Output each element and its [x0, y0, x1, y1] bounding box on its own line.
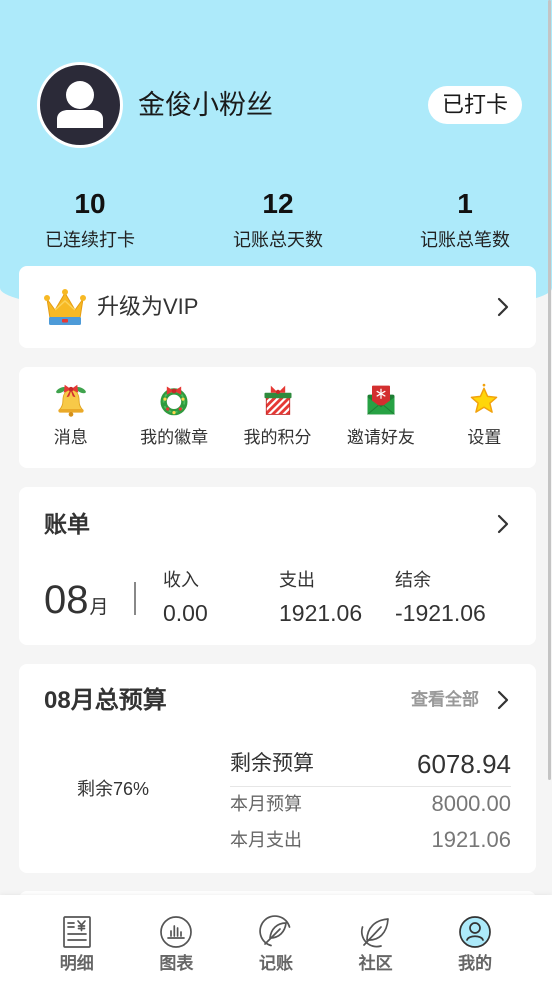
crown-icon — [43, 287, 87, 327]
bill-expense: 支出 1921.06 — [279, 569, 399, 627]
stat-label: 已连续打卡 — [45, 230, 135, 250]
gift-icon — [260, 382, 296, 418]
budget-spend-row: 本月支出 1921.06 — [230, 826, 511, 854]
shortcut-label: 设置 — [467, 428, 502, 447]
stat-total-days[interactable]: 12 记账总天数 — [188, 186, 368, 252]
tab-label: 图表 — [159, 954, 194, 973]
bill-card[interactable]: 账单 08月 收入 0.00 支出 1921.06 结余 -1921.06 — [19, 487, 536, 645]
bill-expense-value: 1921.06 — [279, 600, 363, 626]
stat-value: 10 — [74, 188, 106, 219]
tab-record[interactable]: 记账 — [226, 895, 326, 991]
receipt-icon — [60, 915, 94, 949]
shortcut-grid: 消息 我的徽章 我的积分 邀请好友 设置 — [19, 367, 536, 468]
bill-divider — [134, 582, 136, 615]
leaf-circle-icon — [259, 915, 293, 949]
chevron-right-icon — [497, 297, 509, 317]
budget-monthly-row: 本月预算 8000.00 — [230, 790, 511, 818]
username: 金俊小粉丝 — [138, 90, 273, 120]
budget-divider — [230, 786, 511, 787]
tab-charts[interactable]: 图表 — [127, 895, 227, 991]
star-icon — [466, 382, 502, 418]
bill-income: 收入 0.00 — [163, 569, 283, 627]
profile-page: 金俊小粉丝 已打卡 10 已连续打卡 12 记账总天数 1 记账总笔数 升级为V… — [0, 0, 552, 991]
budget-spend-label: 本月支出 — [230, 830, 302, 850]
envelope-icon — [363, 382, 399, 418]
shortcut-label: 消息 — [53, 428, 88, 447]
budget-monthly-value: 8000.00 — [431, 791, 511, 816]
tab-community[interactable]: 社区 — [326, 895, 426, 991]
shortcut-label: 我的积分 — [243, 428, 312, 447]
shortcut-points[interactable]: 我的积分 — [226, 367, 329, 468]
view-all-link[interactable]: 查看全部 — [371, 687, 511, 713]
view-all-label: 查看全部 — [411, 690, 479, 709]
vip-upgrade-row[interactable]: 升级为VIP — [19, 266, 536, 348]
user-circle-icon — [458, 915, 492, 949]
checkin-button[interactable]: 已打卡 — [428, 86, 522, 124]
stat-label: 记账总天数 — [233, 230, 323, 250]
bill-month-number: 08 — [44, 578, 89, 622]
budget-card: 08月总预算 查看全部 剩余76% 剩余预算 6078.94 本月预算 8000… — [19, 664, 536, 873]
shortcut-invite[interactable]: 邀请好友 — [329, 367, 432, 468]
chevron-right-icon[interactable] — [497, 514, 509, 534]
tab-label: 我的 — [458, 954, 493, 973]
shortcut-badges[interactable]: 我的徽章 — [122, 367, 225, 468]
shortcut-label: 我的徽章 — [140, 428, 209, 447]
tab-profile[interactable]: 我的 — [425, 895, 525, 991]
tab-label: 社区 — [358, 954, 393, 973]
stat-value: 12 — [262, 188, 294, 219]
budget-remaining-value: 6078.94 — [417, 749, 511, 779]
tab-label: 记账 — [258, 954, 293, 973]
leaf-icon — [359, 915, 393, 949]
budget-remaining-summary: 剩余76% — [76, 779, 150, 799]
bill-balance-label: 结余 — [395, 570, 431, 590]
person-icon — [40, 65, 120, 145]
shortcut-label: 邀请好友 — [346, 428, 415, 447]
bell-icon — [53, 382, 89, 418]
budget-remaining-label: 剩余预算 — [230, 752, 314, 775]
bill-month-unit: 月 — [89, 597, 109, 618]
bill-month: 08月 — [44, 575, 109, 625]
bottom-tabbar: 明细 图表 记账 社区 我的 — [0, 895, 552, 991]
budget-spend-value: 1921.06 — [431, 827, 511, 852]
bill-income-value: 0.00 — [163, 600, 208, 626]
stat-label: 记账总笔数 — [420, 230, 510, 250]
bill-income-label: 收入 — [163, 570, 199, 590]
shortcut-messages[interactable]: 消息 — [19, 367, 122, 468]
avatar[interactable] — [37, 62, 123, 148]
stat-total-records[interactable]: 1 记账总笔数 — [375, 186, 552, 252]
budget-remaining-row: 剩余预算 6078.94 — [230, 748, 511, 780]
tab-label: 明细 — [59, 954, 94, 973]
budget-monthly-label: 本月预算 — [230, 794, 302, 814]
stat-value: 1 — [457, 188, 473, 219]
vip-label: 升级为VIP — [97, 294, 199, 319]
budget-title: 08月总预算 — [44, 687, 167, 714]
scrollbar-thumb[interactable] — [548, 0, 551, 780]
bar-chart-icon — [159, 915, 193, 949]
wreath-icon — [156, 382, 192, 418]
bill-title: 账单 — [44, 511, 90, 537]
chevron-right-icon — [497, 690, 509, 710]
tab-details[interactable]: 明细 — [27, 895, 127, 991]
bill-expense-label: 支出 — [279, 570, 315, 590]
bill-balance-value: -1921.06 — [395, 600, 486, 626]
shortcut-settings[interactable]: 设置 — [433, 367, 536, 468]
bill-balance: 结余 -1921.06 — [395, 569, 515, 627]
stat-streak[interactable]: 10 已连续打卡 — [0, 186, 180, 252]
